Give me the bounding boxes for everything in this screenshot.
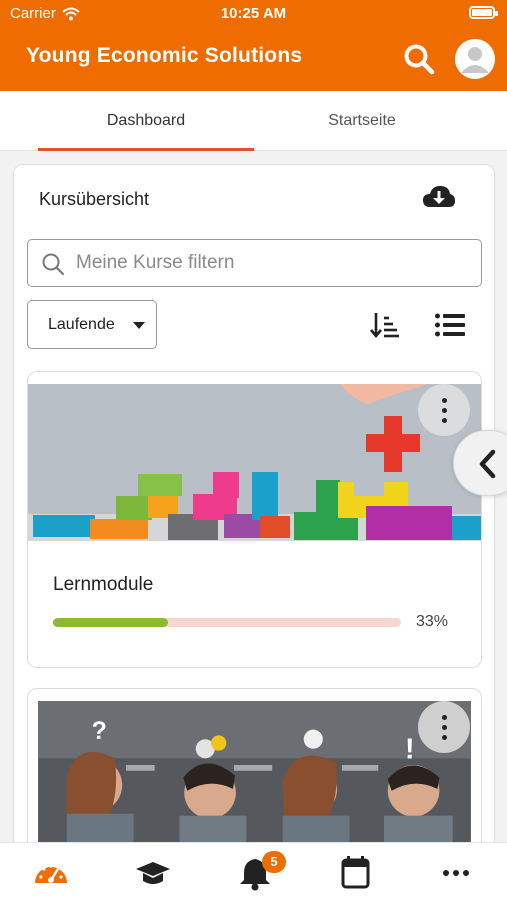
chevron-left-icon — [479, 449, 496, 479]
status-select[interactable]: Laufende — [27, 300, 157, 349]
svg-text:?: ? — [92, 718, 107, 745]
course-image: ? ! — [38, 701, 471, 851]
filter-search-icon — [42, 253, 65, 276]
search-input[interactable] — [76, 246, 471, 280]
status-select-value: Laufende — [48, 315, 115, 333]
course-name: Lernmodule — [53, 574, 154, 595]
course-item[interactable]: Lernmodule 33% — [27, 371, 482, 668]
svg-text:!: ! — [405, 733, 415, 765]
drawer-toggle-button[interactable] — [453, 430, 507, 496]
dashboard-gauge-icon[interactable] — [31, 855, 71, 891]
clock: 10:25 AM — [220, 5, 287, 22]
app-header: Carrier 10:25 AM Young Economic Solution… — [0, 0, 507, 91]
notification-badge: 5 — [262, 851, 286, 873]
course-image — [28, 384, 481, 541]
course-more-button[interactable] — [418, 701, 470, 753]
list-view-icon[interactable] — [434, 311, 466, 339]
course-filter[interactable] — [27, 239, 482, 287]
caret-down-icon — [133, 322, 145, 329]
course-overview-card: Kursübersicht Laufende — [13, 164, 495, 884]
course-more-button[interactable] — [418, 384, 470, 436]
search-icon[interactable] — [402, 42, 436, 76]
avatar[interactable] — [455, 39, 495, 79]
status-bar: Carrier 10:25 AM — [0, 0, 507, 28]
battery-icon — [469, 6, 498, 19]
course-progress-bar — [53, 618, 401, 627]
graduation-cap-icon[interactable] — [133, 855, 173, 891]
active-tab-indicator — [38, 148, 254, 151]
tab-dashboard[interactable]: Dashboard — [38, 91, 254, 151]
card-title: Kursübersicht — [39, 189, 150, 209]
more-horizontal-icon[interactable] — [436, 855, 476, 891]
course-progress-label: 33% — [416, 613, 449, 630]
cloud-download-icon[interactable] — [422, 183, 456, 213]
tab-bar: Dashboard Startseite — [0, 91, 507, 151]
calendar-icon[interactable] — [335, 855, 375, 891]
avatar-icon — [455, 39, 495, 79]
tab-startseite[interactable]: Startseite — [254, 91, 470, 151]
progress-fill — [53, 618, 168, 627]
sort-icon[interactable] — [370, 311, 400, 339]
bottom-navigation — [0, 842, 507, 900]
app-title: Young Economic Solutions — [26, 44, 303, 67]
